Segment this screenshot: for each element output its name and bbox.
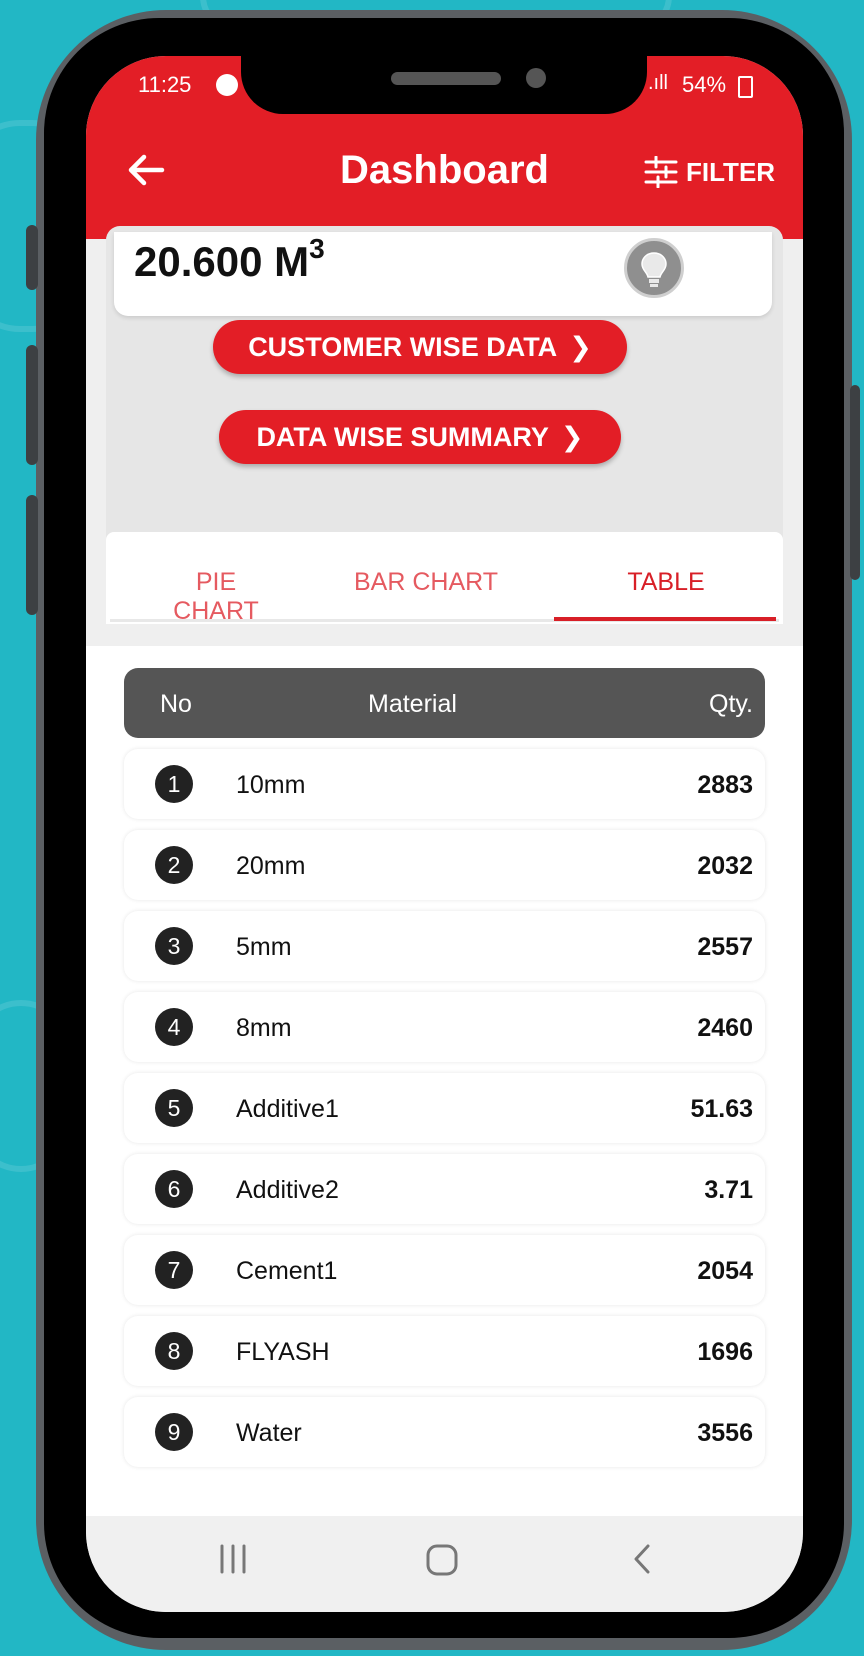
filter-label: FILTER bbox=[686, 156, 776, 187]
message-notification-icon bbox=[216, 74, 238, 96]
row-number-badge: 6 bbox=[155, 1170, 193, 1208]
filter-button[interactable]: FILTER bbox=[644, 152, 775, 192]
row-material: Water bbox=[236, 1419, 302, 1447]
chevron-right-icon: ❯ bbox=[569, 331, 592, 362]
row-material: Additive2 bbox=[236, 1176, 339, 1204]
tab-table[interactable]: TABLE bbox=[576, 568, 756, 597]
customer-wise-data-button[interactable]: CUSTOMER WISE DATA ❯ bbox=[213, 320, 627, 374]
data-wise-summary-button[interactable]: DATA WISE SUMMARY ❯ bbox=[219, 410, 621, 464]
column-header-material: Material bbox=[368, 690, 457, 718]
recent-apps-button[interactable] bbox=[216, 1542, 250, 1581]
table-row[interactable]: 8 FLYASH 1696 bbox=[124, 1316, 765, 1386]
sliders-icon bbox=[644, 156, 678, 188]
row-number-badge: 9 bbox=[155, 1413, 193, 1451]
row-quantity: 2032 bbox=[697, 852, 753, 880]
row-number-badge: 1 bbox=[155, 765, 193, 803]
battery-level: 54% bbox=[682, 72, 727, 97]
table-row[interactable]: 6 Additive2 3.71 bbox=[124, 1154, 765, 1224]
table-row[interactable]: 7 Cement1 2054 bbox=[124, 1235, 765, 1305]
row-number-badge: 5 bbox=[155, 1089, 193, 1127]
recent-apps-icon bbox=[220, 1544, 246, 1574]
summary-card: 20.600 M3 bbox=[114, 232, 772, 316]
table-row[interactable]: 2 20mm 2032 bbox=[124, 830, 765, 900]
table-row[interactable]: 9 Water 3556 bbox=[124, 1397, 765, 1467]
phone-screen: 11:25 .ıll 54% Dashboard FILTER 20.600 M… bbox=[86, 56, 803, 1612]
home-button[interactable] bbox=[424, 1542, 460, 1583]
table-row[interactable]: 5 Additive1 51.63 bbox=[124, 1073, 765, 1143]
row-material: Cement1 bbox=[236, 1257, 338, 1285]
column-header-no: No bbox=[160, 690, 192, 718]
row-number-badge: 7 bbox=[155, 1251, 193, 1289]
row-number-badge: 2 bbox=[155, 846, 193, 884]
system-nav-bar bbox=[86, 1516, 803, 1612]
row-material: Additive1 bbox=[236, 1095, 339, 1123]
lightbulb-icon[interactable] bbox=[624, 238, 684, 298]
active-tab-indicator bbox=[554, 617, 776, 621]
customer-wise-data-label: CUSTOMER WISE DATA bbox=[248, 331, 558, 362]
chevron-left-icon bbox=[634, 1544, 650, 1574]
row-quantity: 2557 bbox=[697, 933, 753, 961]
home-icon bbox=[426, 1544, 458, 1576]
row-quantity: 2883 bbox=[697, 771, 753, 799]
system-back-button[interactable] bbox=[626, 1542, 660, 1581]
row-number-badge: 4 bbox=[155, 1008, 193, 1046]
chevron-right-icon: ❯ bbox=[560, 421, 584, 452]
row-number-badge: 8 bbox=[155, 1332, 193, 1370]
chart-type-tabs: PIE CHART BAR CHART TABLE bbox=[106, 532, 783, 626]
total-volume-value: 20.600 M bbox=[134, 238, 310, 285]
unit-exponent: 3 bbox=[309, 233, 325, 264]
table-row[interactable]: 4 8mm 2460 bbox=[124, 992, 765, 1062]
phone-side-button bbox=[26, 345, 38, 465]
battery-icon bbox=[738, 76, 753, 98]
row-number-badge: 3 bbox=[155, 927, 193, 965]
row-quantity: 3556 bbox=[697, 1419, 753, 1447]
row-material: 10mm bbox=[236, 771, 306, 799]
front-camera bbox=[526, 68, 546, 88]
table-header: No Material Qty. bbox=[124, 668, 765, 738]
row-material: 20mm bbox=[236, 852, 306, 880]
table-row[interactable]: 3 5mm 2557 bbox=[124, 911, 765, 981]
tab-pie-chart[interactable]: PIE CHART bbox=[154, 568, 278, 626]
total-volume: 20.600 M3 bbox=[134, 235, 325, 286]
tab-bar-chart[interactable]: BAR CHART bbox=[354, 568, 498, 597]
row-quantity: 51.63 bbox=[690, 1095, 753, 1123]
row-quantity: 2460 bbox=[697, 1014, 753, 1042]
row-quantity: 3.71 bbox=[704, 1176, 753, 1204]
phone-side-button bbox=[26, 495, 38, 615]
row-material: 8mm bbox=[236, 1014, 292, 1042]
row-material: 5mm bbox=[236, 933, 292, 961]
speaker bbox=[391, 72, 501, 85]
row-quantity: 1696 bbox=[697, 1338, 753, 1366]
camera-notch bbox=[241, 56, 647, 114]
phone-side-button bbox=[26, 225, 38, 290]
signal-icon: .ıll bbox=[648, 72, 668, 94]
row-material: FLYASH bbox=[236, 1338, 330, 1366]
row-quantity: 2054 bbox=[697, 1257, 753, 1285]
lightbulb-glyph bbox=[641, 252, 667, 287]
material-table: No Material Qty. 1 10mm 2883 2 20mm 2032… bbox=[86, 646, 803, 1516]
phone-power-button bbox=[850, 385, 860, 580]
status-time: 11:25 bbox=[138, 72, 192, 97]
table-row[interactable]: 1 10mm 2883 bbox=[124, 749, 765, 819]
column-header-qty: Qty. bbox=[709, 690, 753, 718]
data-wise-summary-label: DATA WISE SUMMARY bbox=[256, 421, 549, 452]
